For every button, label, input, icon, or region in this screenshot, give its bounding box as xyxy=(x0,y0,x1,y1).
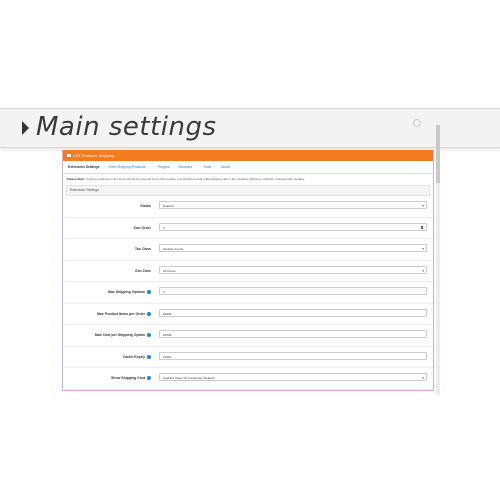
max-shipping-options-label: Max Shipping Options xyxy=(108,290,151,295)
max-shipping-options-value: 3 xyxy=(163,290,165,294)
banner-dot-icon xyxy=(413,119,421,127)
tab-tools[interactable]: Tools xyxy=(203,165,211,169)
form-row-geo-zone: Geo Zone All Zones ▾ xyxy=(63,261,433,282)
help-icon[interactable] xyxy=(147,311,151,316)
form-row-tax-class: Tax Class Taxable Goods ▾ xyxy=(63,239,433,261)
sort-order-value: 0 xyxy=(163,225,165,230)
geo-zone-select[interactable]: All Zones ▾ xyxy=(159,265,427,274)
notice-prefix: Please Note: xyxy=(67,177,86,181)
show-shipping-cost-text: Show Shipping Cost xyxy=(110,376,145,380)
tax-class-label: Tax Class xyxy=(134,247,151,251)
cache-expiry-value: 10000 xyxy=(163,354,172,359)
help-icon[interactable] xyxy=(147,333,151,338)
play-arrow-icon xyxy=(22,121,29,135)
show-shipping-cost-value: Enabled Show Time Estimate (Default) xyxy=(163,376,215,380)
trash-icon[interactable] xyxy=(420,225,423,229)
scrollbar[interactable] xyxy=(436,125,440,395)
status-label: Status xyxy=(140,204,151,208)
status-select[interactable]: Enabled ▾ xyxy=(159,201,427,209)
status-value: Enabled xyxy=(163,204,175,208)
tax-class-value: Taxable Goods xyxy=(163,247,184,251)
tab-plugins[interactable]: Plugins xyxy=(158,165,169,169)
section-banner: Main settings xyxy=(0,108,500,148)
settings-panel: LEX Products Shipping Extension Settings… xyxy=(62,150,434,391)
chevron-down-icon: ▾ xyxy=(422,204,424,208)
tabs-bar: Extension Settings Free Shipping Product… xyxy=(63,161,433,174)
max-shipping-options-input[interactable]: 3 xyxy=(159,287,427,295)
tax-class-select[interactable]: Taxable Goods ▾ xyxy=(159,244,427,252)
cache-expiry-label: Cache Expiry xyxy=(123,355,151,359)
help-icon[interactable] xyxy=(147,290,151,295)
form-row-cache-expiry: Cache Expiry 10000 xyxy=(63,347,433,368)
tab-about[interactable]: About xyxy=(221,165,230,169)
chevron-down-icon: ▾ xyxy=(422,247,424,251)
geo-zone-value: All Zones xyxy=(163,268,176,273)
scrollbar-thumb[interactable] xyxy=(436,125,440,183)
panel-header-title: LEX Products Shipping xyxy=(73,153,115,158)
banner-title: Main settings xyxy=(36,112,217,142)
show-shipping-cost-label: Show Shipping Cost xyxy=(110,376,151,381)
tab-modules[interactable]: Modules xyxy=(179,165,192,169)
max-product-items-value: 99999 xyxy=(163,311,172,316)
tab-extension-settings[interactable]: Extension Settings xyxy=(68,165,100,169)
pencil-icon xyxy=(67,154,71,158)
max-cost-input[interactable]: 99999 xyxy=(159,330,427,338)
max-product-items-text: Max Product Items per Order xyxy=(96,311,145,316)
form-row-status: Status Enabled ▾ xyxy=(63,196,433,218)
max-product-items-input[interactable]: 99999 xyxy=(159,308,427,317)
help-icon[interactable] xyxy=(147,354,151,359)
max-cost-text: Max Cost per Shipping Option xyxy=(94,333,145,337)
notice-body: If certain products in the store will no… xyxy=(85,177,306,181)
cache-expiry-text: Cache Expiry xyxy=(122,354,145,359)
geo-zone-label: Geo Zone xyxy=(134,268,151,273)
chevron-down-icon: ▾ xyxy=(422,376,424,380)
tab-free-shipping-products[interactable]: Free Shipping Products xyxy=(109,165,146,169)
form-row-max-product-items: Max Product Items per Order 99999 xyxy=(63,304,433,325)
sort-order-label: Sort Order xyxy=(133,225,151,230)
max-cost-label: Max Cost per Shipping Option xyxy=(94,333,151,338)
max-product-items-label: Max Product Items per Order xyxy=(97,312,151,316)
cache-expiry-input[interactable]: 10000 xyxy=(159,351,427,360)
panel-header: LEX Products Shipping xyxy=(63,150,433,161)
max-cost-value: 99999 xyxy=(163,333,172,337)
help-icon[interactable] xyxy=(147,376,151,381)
form-row-max-cost: Max Cost per Shipping Option 99999 xyxy=(63,325,433,347)
notice-text: Please Note: If certain products in the … xyxy=(63,174,433,183)
form-row-max-shipping-options: Max Shipping Options 3 xyxy=(63,282,433,304)
sort-order-input[interactable]: 0 xyxy=(159,222,427,231)
show-shipping-cost-select[interactable]: Enabled Show Time Estimate (Default) ▾ xyxy=(159,373,427,381)
chevron-down-icon: ▾ xyxy=(422,268,424,273)
form-row-sort-order: Sort Order 0 xyxy=(63,218,433,239)
section-header: Extension Settings xyxy=(66,185,430,196)
max-shipping-options-text: Max Shipping Options xyxy=(108,290,145,294)
form-row-show-shipping-cost: Show Shipping Cost Enabled Show Time Est… xyxy=(63,368,433,390)
